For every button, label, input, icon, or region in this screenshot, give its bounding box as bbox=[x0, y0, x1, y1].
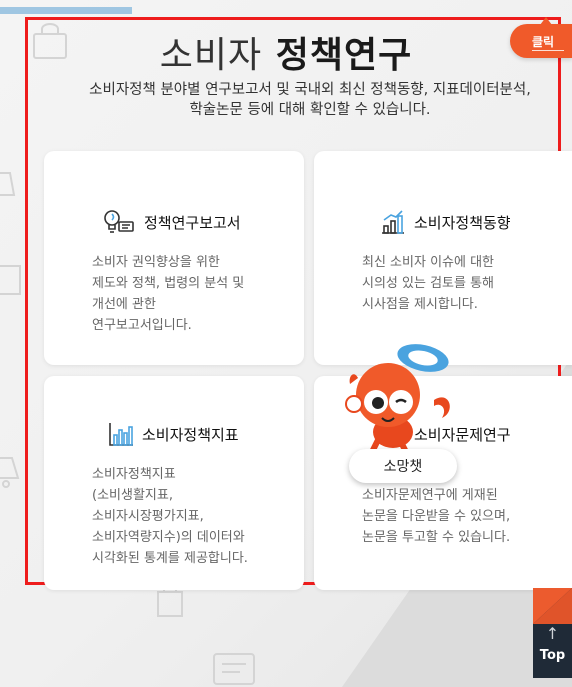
page-subtitle: 소비자정책 분야별 연구보고서 및 국내외 최신 정책동향, 지표데이터분석, … bbox=[60, 80, 560, 120]
card-policy-report-head: 정책연구보고서 bbox=[102, 209, 241, 235]
subtitle-line-1: 소비자정책 분야별 연구보고서 및 국내외 최신 정책동향, 지표데이터분석, bbox=[89, 82, 531, 98]
arrow-up-icon: ↑ bbox=[545, 624, 560, 643]
card-title: 소비자정책지표 bbox=[142, 425, 239, 444]
accent-stripe bbox=[0, 7, 132, 14]
card-description: 소비자 권익향상을 위한 제도와 정책, 법령의 분석 및 개선에 관한 연구보… bbox=[92, 255, 245, 333]
cart2-deco-icon bbox=[0, 450, 24, 490]
title-light: 소비자 bbox=[159, 35, 263, 76]
mascot-icon[interactable] bbox=[338, 340, 468, 460]
top-button-label: Top bbox=[539, 648, 566, 663]
subtitle-line-2: 학술논문 등에 대해 확인할 수 있습니다. bbox=[189, 102, 431, 118]
title-bold: 정책연구 bbox=[275, 35, 413, 76]
card-deco-icon bbox=[210, 648, 260, 687]
card-policy-trend-head: 소비자정책동향 bbox=[380, 209, 511, 235]
card-title: 소비자정책동향 bbox=[414, 213, 511, 232]
scroll-top-button[interactable]: ↑ Top bbox=[533, 588, 572, 678]
card-description: 최신 소비자 이슈에 대한 시의성 있는 검토를 통해 시사점을 제시합니다. bbox=[362, 255, 494, 312]
card-policy-trend[interactable]: 소비자정책동향 최신 소비자 이슈에 대한 시의성 있는 검토를 통해 시사점을… bbox=[314, 151, 572, 365]
bar-chart-icon bbox=[108, 421, 134, 447]
click-badge[interactable]: 클릭 bbox=[510, 17, 572, 58]
chatbot-label: 소망챗 bbox=[383, 459, 423, 475]
card-policy-index-head: 소비자정책지표 bbox=[108, 421, 239, 447]
card-description: 소비자정책지표 (소비생활지표, 소비자시장평가지표, 소비자역량지수)의 데이… bbox=[92, 467, 248, 566]
page-title: 소비자 정책연구 bbox=[0, 26, 572, 78]
chatbot-button[interactable]: 소망챗 bbox=[349, 449, 457, 483]
click-badge-label: 클릭 bbox=[532, 34, 555, 49]
cart-deco-icon bbox=[0, 165, 20, 205]
card-policy-index[interactable]: 소비자정책지표 소비자정책지표 (소비생활지표, 소비자시장평가지표, 소비자역… bbox=[44, 376, 304, 590]
card-title: 정책연구보고서 bbox=[144, 213, 241, 232]
lightbulb-report-icon bbox=[102, 209, 136, 235]
card-policy-report[interactable]: 정책연구보고서 소비자 권익향상을 위한 제도와 정책, 법령의 분석 및 개선… bbox=[44, 151, 304, 365]
box-deco-icon bbox=[0, 260, 24, 300]
bar-trend-icon bbox=[380, 209, 406, 235]
